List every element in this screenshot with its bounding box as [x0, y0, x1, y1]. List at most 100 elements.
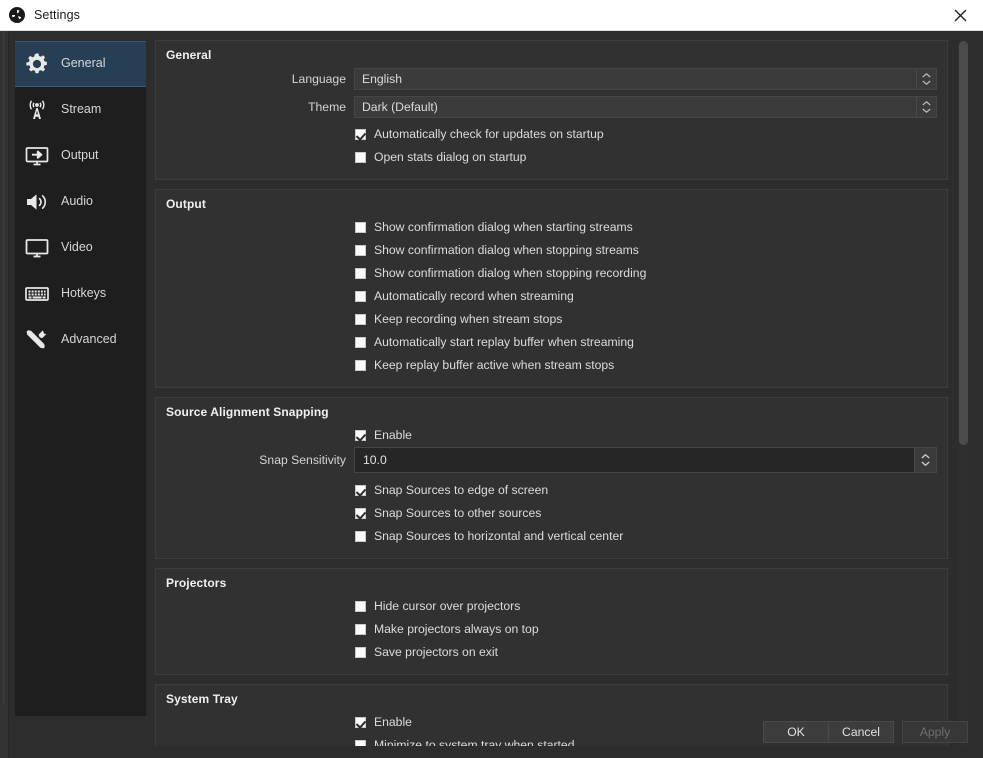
- chevron-updown-icon[interactable]: [914, 448, 936, 472]
- apply-button[interactable]: Apply: [902, 721, 968, 743]
- display-icon: [21, 232, 53, 264]
- sidebar-item-output[interactable]: Output: [15, 133, 146, 179]
- checkbox-row[interactable]: Snap Sources to edge of screen: [166, 479, 937, 502]
- sidebar-item-general[interactable]: General: [15, 41, 146, 87]
- snap-sensitivity-stepper[interactable]: 10.0: [354, 447, 937, 473]
- theme-row: Theme Dark (Default): [166, 95, 937, 118]
- checkbox-row[interactable]: Automatically check for updates on start…: [166, 123, 937, 146]
- sidebar-item-label: Output: [61, 148, 99, 163]
- checkbox-row[interactable]: Save projectors on exit: [166, 641, 937, 664]
- settings-scroll-area: General Language English Theme Dark (Def…: [155, 40, 967, 746]
- checkbox-indicator[interactable]: [355, 291, 366, 302]
- checkbox-label: Open stats dialog on startup: [374, 150, 527, 165]
- checkbox-indicator[interactable]: [355, 129, 366, 140]
- window-left-rail: [0, 31, 9, 758]
- theme-value: Dark (Default): [362, 99, 438, 114]
- gear-icon: [21, 48, 53, 80]
- sidebar-item-label: Advanced: [61, 332, 117, 347]
- checkbox-indicator[interactable]: [355, 152, 366, 163]
- checkbox-label: Keep recording when stream stops: [374, 312, 563, 327]
- monitor-arrow-icon: [21, 140, 53, 172]
- checkbox-label: Show confirmation dialog when stopping r…: [374, 266, 647, 281]
- checkbox-row[interactable]: Show confirmation dialog when stopping r…: [166, 262, 937, 285]
- close-icon[interactable]: [937, 0, 983, 30]
- checkbox-row[interactable]: Snap Sources to other sources: [166, 502, 937, 525]
- sidebar-item-label: Hotkeys: [61, 286, 107, 301]
- theme-select[interactable]: Dark (Default): [354, 95, 937, 118]
- checkbox-label: Show confirmation dialog when starting s…: [374, 220, 633, 235]
- sidebar-item-hotkeys[interactable]: Hotkeys: [15, 271, 146, 317]
- checkbox-row[interactable]: Enable: [166, 424, 937, 447]
- checkbox-label: Automatically start replay buffer when s…: [374, 335, 634, 350]
- checkbox-indicator[interactable]: [355, 222, 366, 233]
- window-title: Settings: [34, 8, 80, 22]
- ok-button[interactable]: OK: [763, 721, 829, 743]
- checkbox-indicator[interactable]: [355, 245, 366, 256]
- checkbox-indicator[interactable]: [355, 485, 366, 496]
- group-title: Projectors: [166, 576, 227, 590]
- group-output: Output Show confirmation dialog when sta…: [155, 189, 948, 388]
- checkbox-row[interactable]: Show confirmation dialog when starting s…: [166, 216, 937, 239]
- checkbox-label: Show confirmation dialog when stopping s…: [374, 243, 639, 258]
- checkbox-indicator[interactable]: [355, 601, 366, 612]
- checkbox-row[interactable]: Snap Sources to horizontal and vertical …: [166, 525, 937, 548]
- checkbox-indicator[interactable]: [355, 647, 366, 658]
- checkbox-indicator[interactable]: [355, 314, 366, 325]
- vertical-scrollbar[interactable]: [958, 40, 969, 746]
- checkbox-indicator[interactable]: [355, 430, 366, 441]
- language-label: Language: [291, 71, 346, 86]
- group-title: General: [166, 48, 212, 62]
- tools-icon: [21, 324, 53, 356]
- checkbox-label: Make projectors always on top: [374, 622, 539, 637]
- checkbox-row[interactable]: Keep replay buffer active when stream st…: [166, 354, 937, 377]
- theme-label: Theme: [308, 99, 346, 114]
- group-title: Output: [166, 197, 206, 211]
- sidebar-item-label: General: [61, 56, 106, 71]
- checkbox-label: Enable: [374, 428, 412, 443]
- dialog-body: General Stream Output Audio Video Hotkey…: [0, 31, 983, 758]
- snap-sensitivity-value: 10.0: [363, 453, 387, 467]
- group-projectors: Projectors Hide cursor over projectors M…: [155, 568, 948, 675]
- checkbox-indicator[interactable]: [355, 268, 366, 279]
- checkbox-label: Save projectors on exit: [374, 645, 498, 660]
- checkbox-row[interactable]: Make projectors always on top: [166, 618, 937, 641]
- settings-sidebar: General Stream Output Audio Video Hotkey…: [14, 40, 147, 717]
- checkbox-indicator[interactable]: [355, 531, 366, 542]
- checkbox-indicator[interactable]: [355, 624, 366, 635]
- checkbox-row[interactable]: Open stats dialog on startup: [166, 146, 937, 169]
- language-value: English: [362, 71, 402, 86]
- group-title: System Tray: [166, 692, 238, 706]
- sidebar-item-audio[interactable]: Audio: [15, 179, 146, 225]
- group-title: Source Alignment Snapping: [166, 405, 329, 419]
- checkbox-label: Keep replay buffer active when stream st…: [374, 358, 615, 373]
- cancel-button[interactable]: Cancel: [828, 721, 894, 743]
- title-bar: Settings: [0, 0, 983, 31]
- snap-sensitivity-label: Snap Sensitivity: [259, 453, 346, 467]
- checkbox-label: Snap Sources to other sources: [374, 506, 542, 521]
- obs-logo-icon: [9, 7, 25, 23]
- group-source-alignment-snapping: Source Alignment Snapping Enable Snap Se…: [155, 397, 948, 559]
- sidebar-item-advanced[interactable]: Advanced: [15, 317, 146, 363]
- speaker-icon: [21, 186, 53, 218]
- chevron-updown-icon: [916, 96, 936, 117]
- sidebar-item-label: Video: [61, 240, 93, 255]
- sidebar-item-video[interactable]: Video: [15, 225, 146, 271]
- chevron-updown-icon: [916, 68, 936, 89]
- broadcast-icon: [21, 94, 53, 126]
- checkbox-row[interactable]: Show confirmation dialog when stopping s…: [166, 239, 937, 262]
- checkbox-indicator[interactable]: [355, 508, 366, 519]
- checkbox-indicator[interactable]: [355, 337, 366, 348]
- checkbox-row[interactable]: Automatically record when streaming: [166, 285, 937, 308]
- checkbox-row[interactable]: Keep recording when stream stops: [166, 308, 937, 331]
- language-select[interactable]: English: [354, 67, 937, 90]
- snap-sensitivity-row: Snap Sensitivity 10.0: [166, 447, 937, 473]
- sidebar-item-stream[interactable]: Stream: [15, 87, 146, 133]
- checkbox-indicator[interactable]: [355, 360, 366, 371]
- checkbox-row[interactable]: Automatically start replay buffer when s…: [166, 331, 937, 354]
- sidebar-item-label: Audio: [61, 194, 93, 209]
- checkbox-row[interactable]: Hide cursor over projectors: [166, 595, 937, 618]
- scrollbar-thumb[interactable]: [959, 41, 968, 445]
- checkbox-label: Snap Sources to horizontal and vertical …: [374, 529, 624, 544]
- language-row: Language English: [166, 67, 937, 90]
- checkbox-label: Automatically check for updates on start…: [374, 127, 604, 142]
